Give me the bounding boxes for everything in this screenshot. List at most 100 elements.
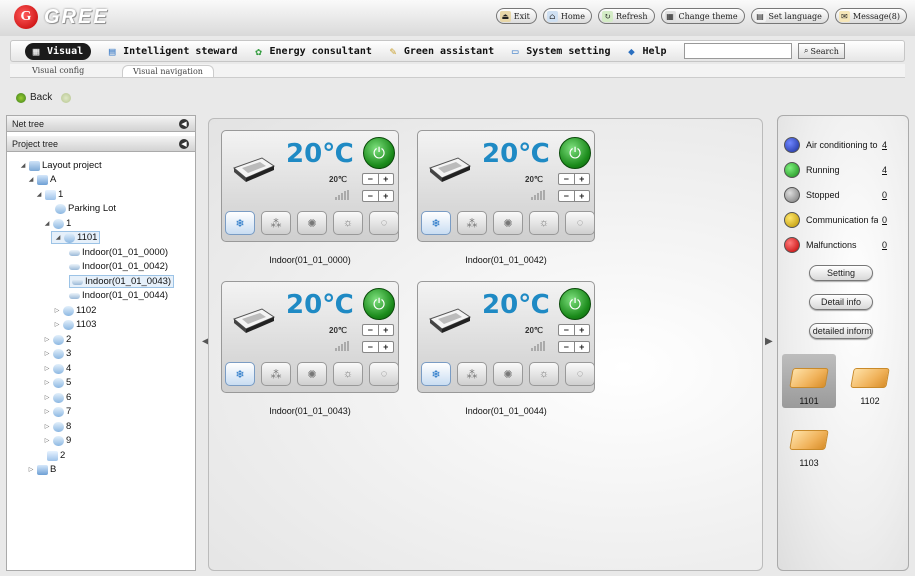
minus-button[interactable]: − [363,325,378,335]
fan-stepper[interactable]: − + [362,341,394,353]
collapse-arrow-icon[interactable]: ▷ [43,365,51,372]
collapse-arrow-icon[interactable]: ▷ [27,466,35,473]
power-button[interactable]: ⏻ [363,137,395,169]
indoor-unit-card[interactable]: 20℃ ⏻ 20℃ − + − + ❄ ⁂ ✺ ☼ ◌ [417,130,595,242]
fan-icon[interactable]: ✺ [297,362,327,386]
tree-node[interactable]: Parking Lot [45,203,116,214]
fan-stepper[interactable]: − + [558,341,590,353]
status-stopped[interactable]: Stopped 0 [784,187,887,203]
search-button[interactable]: ⌕ Search [798,43,845,59]
temp-stepper[interactable]: − + [362,324,394,336]
plus-button[interactable]: + [573,174,590,184]
refresh-button[interactable]: ↻ Refresh [597,8,655,24]
power-button[interactable]: ⏻ [559,288,591,320]
dry-icon[interactable]: ⁂ [457,362,487,386]
status-count[interactable]: 4 [882,140,887,150]
cool-icon[interactable]: ❄ [421,362,451,386]
minus-button[interactable]: − [559,342,574,352]
detail-info-button[interactable]: Detail info [809,294,873,310]
cool-icon[interactable]: ❄ [225,362,255,386]
power-button[interactable]: ⏻ [363,288,395,320]
tab-visual-config[interactable]: Visual config [22,65,94,76]
collapse-icon[interactable]: ◀ [179,139,189,149]
tree-node[interactable]: ▷ 1103 [53,319,97,330]
dry-icon[interactable]: ⁂ [457,211,487,235]
auto-icon[interactable]: ◌ [369,211,399,235]
minus-button[interactable]: − [363,342,378,352]
auto-icon[interactable]: ◌ [565,362,595,386]
plus-button[interactable]: + [573,342,590,352]
status-malfunctions[interactable]: Malfunctions 0 [784,237,887,253]
fan-icon[interactable]: ✺ [493,362,523,386]
tree-node[interactable]: 2 [37,450,65,461]
heat-icon[interactable]: ☼ [333,362,363,386]
plus-button[interactable]: + [573,191,590,201]
fan-stepper[interactable]: − + [558,190,590,202]
tree-node[interactable]: ◢ 1 [43,218,72,229]
collapse-arrow-icon[interactable]: ▷ [53,307,61,314]
cool-icon[interactable]: ❄ [421,211,451,235]
message-button[interactable]: ✉ Message(8) [834,8,907,24]
tree-node[interactable]: ▷ 2 [43,334,72,345]
heat-icon[interactable]: ☼ [333,211,363,235]
status-count[interactable]: 0 [882,240,887,250]
plus-button[interactable]: + [377,174,394,184]
menu-system-setting[interactable]: ▭ System setting [508,45,611,58]
exit-button[interactable]: ⏏ Exit [495,8,537,24]
net-tree-header[interactable]: Net tree ◀ [7,116,195,132]
collapse-icon[interactable]: ◀ [179,119,189,129]
collapse-arrow-icon[interactable]: ▷ [43,408,51,415]
menu-intelligent-steward[interactable]: ▤ Intelligent steward [105,45,238,58]
tree-node[interactable]: ◢ A [27,174,57,185]
tree-node[interactable]: ▷ 1102 [53,305,97,316]
forward-icon[interactable] [61,93,71,103]
tree-node[interactable]: ◢ 1 [35,189,64,200]
tree-node[interactable]: ▷ B [27,464,57,475]
indoor-unit-card[interactable]: 20℃ ⏻ 20℃ − + − + ❄ ⁂ ✺ ☼ ◌ [221,281,399,393]
home-button[interactable]: ⌂ Home [542,8,592,24]
collapse-arrow-icon[interactable]: ▷ [43,336,51,343]
menu-green-assistant[interactable]: ✎ Green assistant [386,45,495,58]
plus-button[interactable]: + [377,325,394,335]
expand-icon[interactable]: ◢ [43,220,51,227]
expand-icon[interactable]: ◢ [35,191,43,198]
status-count[interactable]: 0 [882,215,887,225]
tree-node[interactable]: ▷ 7 [43,406,72,417]
minus-button[interactable]: − [559,174,574,184]
room-tile[interactable]: 1102 [843,354,897,408]
more-detailed-info-button[interactable]: e detailed informa [809,323,873,339]
collapse-arrow-icon[interactable]: ▷ [43,423,51,430]
menu-help[interactable]: ◆ Help [624,45,666,58]
tree-node-selected[interactable]: Indoor(01_01_0043) [69,275,175,288]
tree-node[interactable]: ▷ 4 [43,363,72,374]
menu-energy-consultant[interactable]: ✿ Energy consultant [252,45,372,58]
expand-icon[interactable]: ◢ [27,176,35,183]
tree-node[interactable]: ▷ 3 [43,348,72,359]
room-tile[interactable]: 1103 [782,416,836,470]
minus-button[interactable]: − [363,174,378,184]
dry-icon[interactable]: ⁂ [261,211,291,235]
dry-icon[interactable]: ⁂ [261,362,291,386]
change-theme-button[interactable]: ▦ Change theme [660,8,745,24]
room-tile[interactable]: 1101 [782,354,836,408]
tree-node[interactable]: ◢ Layout project [19,160,102,171]
temp-stepper[interactable]: − + [558,173,590,185]
fan-icon[interactable]: ✺ [297,211,327,235]
cool-icon[interactable]: ❄ [225,211,255,235]
status-communication-fault[interactable]: Communication fa 0 [784,212,887,228]
collapse-arrow-icon[interactable]: ▷ [53,321,61,328]
tree-node[interactable]: Indoor(01_01_0044) [69,290,168,301]
expand-icon[interactable]: ◢ [54,234,62,241]
auto-icon[interactable]: ◌ [369,362,399,386]
status-count[interactable]: 0 [882,190,887,200]
tree-node[interactable]: ▷ 9 [43,435,72,446]
collapse-arrow-icon[interactable]: ▷ [43,437,51,444]
heat-icon[interactable]: ☼ [529,362,559,386]
collapse-arrow-icon[interactable]: ▷ [43,394,51,401]
tree-node[interactable]: Indoor(01_01_0042) [69,261,168,272]
minus-button[interactable]: − [559,325,574,335]
set-language-button[interactable]: ▤ Set language [750,8,829,24]
tree-node-selected[interactable]: ◢ 1101 [51,231,101,244]
menu-visual[interactable]: ▦ Visual [25,42,92,60]
plus-button[interactable]: + [377,342,394,352]
